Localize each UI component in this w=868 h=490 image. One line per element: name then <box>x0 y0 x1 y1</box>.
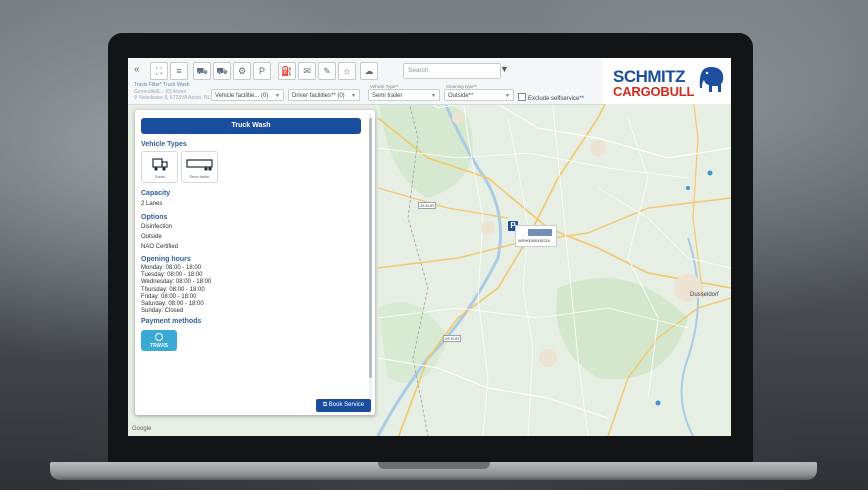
elephant-icon <box>699 67 724 92</box>
address-text: Nobelware 8, 6723VA Aeton, NL <box>139 95 211 101</box>
hours-row: Sunday: Closed <box>141 308 184 315</box>
hours-row: Friday: 08:00 - 18:00 <box>141 293 197 300</box>
chevron-down-icon: ▼ <box>431 93 436 99</box>
exclude-label: Exclude selfservice** <box>528 96 585 102</box>
badge-icon[interactable]: ☼ <box>338 62 356 80</box>
payment-methods-heading: Payment methods <box>141 318 202 325</box>
panel-header: Travis Filter* Truck Wash Generalleiß...… <box>134 58 254 110</box>
vehicle-type-tile: Semi trailer <box>181 151 218 183</box>
chevron-down-icon: ▼ <box>275 93 280 99</box>
fuel-icon[interactable]: ⛽ <box>278 62 296 80</box>
opening-hours-list: Monday: 08:00 - 18:00 Tuesday: 08:00 - 1… <box>141 265 211 315</box>
scrollbar-thumb[interactable] <box>369 118 372 378</box>
hours-row: Thursday: 08:00 - 18:00 <box>141 286 205 293</box>
cloud-icon[interactable]: ☁ <box>360 62 378 80</box>
brand-logo: SCHMITZ CARGOBULL <box>603 58 731 104</box>
tool-icon[interactable]: ✎ <box>318 62 336 80</box>
search-input[interactable]: Search <box>403 63 501 79</box>
vehicle-type-label: Travis <box>154 174 165 179</box>
service-icon[interactable]: ✉ <box>298 62 316 80</box>
vehicle-type-tile: Travis <box>141 151 178 183</box>
hours-row: Monday: 08:00 - 18:00 <box>141 265 202 271</box>
option-item: Outside <box>141 234 162 240</box>
option-item: Disinfection <box>141 224 173 230</box>
checkbox-icon <box>518 93 526 101</box>
marker-code: WSH000000S219 <box>518 238 551 243</box>
breadcrumb[interactable]: Travis Filter* Truck Wash <box>134 82 189 88</box>
vehicle-type-value: Semi trailer <box>372 93 403 99</box>
road-shield: 28 EUR <box>443 335 462 342</box>
options-heading: Options <box>141 214 168 221</box>
filter-icon[interactable]: ▼ <box>500 64 509 74</box>
semi-trailer-icon <box>186 159 213 171</box>
book-service-label: Book Service <box>328 402 365 408</box>
option-item: NAO Certified <box>141 244 179 250</box>
chevron-down-icon: ▼ <box>351 93 356 99</box>
city-label-dusseldorf: Dusseldorf <box>690 292 719 298</box>
exclude-selfservice-checkbox[interactable]: Exclude selfservice** <box>518 93 584 102</box>
laptop-notch <box>378 462 490 469</box>
hours-row: Tuesday: 08:00 - 18:00 <box>141 272 203 279</box>
vehicle-type-dropdown[interactable]: Semi trailer ▼ <box>368 89 440 101</box>
vehicle-type-label: Semi trailer <box>189 174 210 179</box>
parking-icon[interactable]: P <box>253 62 271 80</box>
book-service-button[interactable]: ⧉ Book Service <box>316 399 371 412</box>
hours-row: Wednesday: 08:00 - 18:00 <box>141 279 212 286</box>
driver-facilities-dropdown[interactable]: Driver facilities** (0) ▼ <box>288 89 360 101</box>
service-title: Truck Wash <box>141 118 361 134</box>
location-address: ⚲ Nobelware 8, 6723VA Aeton, NL <box>134 95 210 101</box>
redacted-label <box>528 229 552 236</box>
hours-row: Saturday: 08:00 - 18:00 <box>141 301 204 308</box>
payment-method-badge: TRAVIS <box>141 330 177 351</box>
opening-hours-heading: Opening hours <box>141 256 191 263</box>
capacity-heading: Capacity <box>141 190 171 197</box>
capacity-value: 2 Lanes <box>141 201 163 207</box>
vehicle-types-heading: Vehicle Types <box>141 141 187 148</box>
brand-line2: CARGOBULL <box>613 84 695 99</box>
road-shield: 28 EUR <box>418 202 437 209</box>
map-attribution: Google <box>132 426 152 432</box>
travis-icon <box>155 333 163 341</box>
screen: 28 EUR 28 EUR Dusseldorf P WSH000000S219… <box>128 58 731 436</box>
truck-icon <box>152 158 168 171</box>
driver-facilities-value: Driver facilities** (0) <box>292 93 345 99</box>
cleaning-type-value: Outside** <box>448 93 474 99</box>
location-marker-card[interactable]: WSH000000S219 <box>515 225 557 247</box>
details-panel: Truck Wash Vehicle Types Travis Semi tra… <box>135 110 375 415</box>
chevron-down-icon: ▼ <box>505 93 510 99</box>
payment-method-label: TRAVIS <box>150 343 168 349</box>
cleaning-type-dropdown[interactable]: Outside** ▼ <box>444 89 514 101</box>
